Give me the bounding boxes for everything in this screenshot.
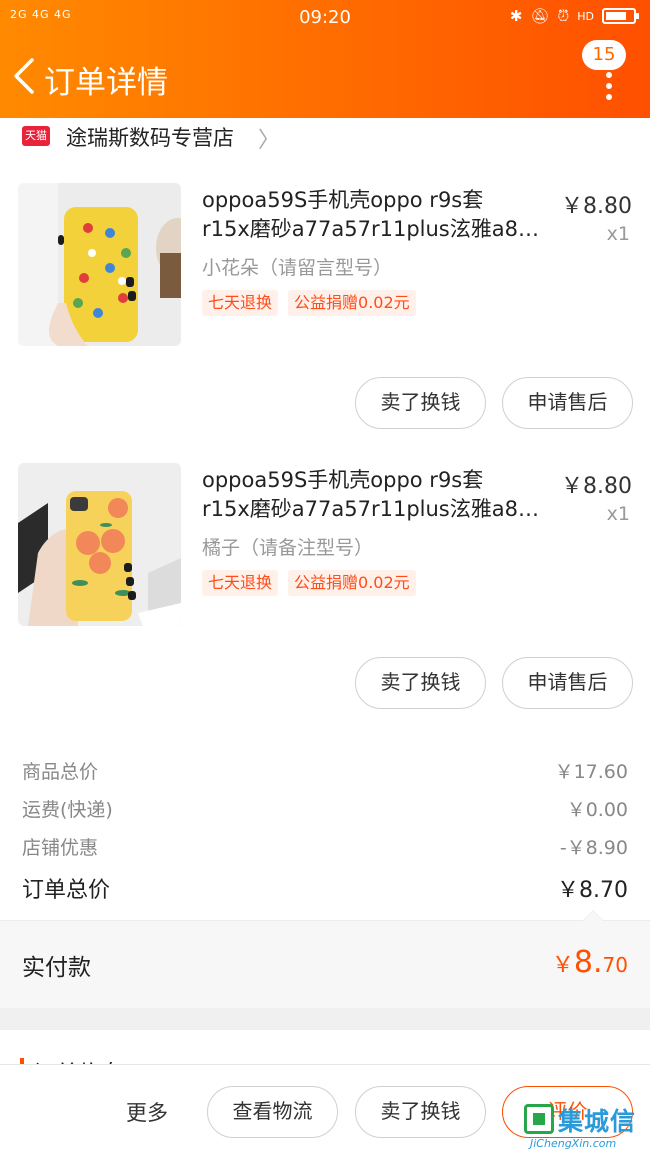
- more-menu-button[interactable]: 15: [582, 38, 632, 100]
- return-policy-tag: 七天退换: [202, 570, 279, 596]
- amount-paid-value: ￥8.70: [552, 945, 628, 980]
- section-divider: [0, 1008, 650, 1030]
- product-title-line: oppoa59S手机壳oppo r9s套: [202, 188, 484, 212]
- mute-icon: 🔕︎: [530, 7, 550, 25]
- bluetooth-icon: ✱: [509, 7, 523, 25]
- after-sales-button[interactable]: 申请售后: [502, 657, 633, 709]
- product-title-line: oppoa59S手机壳oppo r9s套: [202, 468, 484, 492]
- service-tags: 七天退换 公益捐赠0.02元: [202, 570, 416, 596]
- discount-label: 店铺优惠: [22, 837, 99, 859]
- chevron-left-icon: [14, 58, 34, 94]
- amount-integer: 8.: [573, 945, 603, 980]
- view-logistics-button[interactable]: 查看物流: [207, 1086, 338, 1138]
- alarm-icon: ⏰︎: [557, 7, 570, 25]
- more-actions-button[interactable]: 更多: [126, 1097, 168, 1127]
- shipping-value: ￥0.00: [566, 799, 628, 821]
- service-tags: 七天退换 公益捐赠0.02元: [202, 290, 416, 316]
- product-quantity: x1: [606, 223, 630, 245]
- watermark-logo: 集城信 JiChengXin.com: [524, 1102, 642, 1152]
- app-header: 2G 4G 4G 09:20 ✱ 🔕︎ ⏰︎ HD 订单详情 15: [0, 0, 650, 118]
- shop-name[interactable]: 途瑞斯数码专营店: [66, 122, 234, 152]
- product-image[interactable]: [18, 463, 181, 626]
- resell-button[interactable]: 卖了换钱: [355, 1086, 486, 1138]
- order-info-header: 订单信息: [0, 1030, 650, 1064]
- charity-tag: 公益捐赠0.02元: [288, 570, 416, 596]
- product-quantity: x1: [606, 503, 630, 525]
- product-title[interactable]: oppoa59S手机壳oppo r9s套 r15x磨砂a77a57r11plus…: [202, 466, 542, 524]
- message-count-badge: 15: [582, 40, 626, 70]
- currency-symbol: ￥: [551, 953, 574, 978]
- battery-icon: [602, 8, 639, 24]
- shop-row[interactable]: 天猫 途瑞斯数码专营店 〉: [0, 118, 650, 154]
- product-item[interactable]: oppoa59S手机壳oppo r9s套 r15x磨砂a77a57r11plus…: [0, 183, 650, 429]
- order-total-row: 订单总价 ￥8.70: [22, 872, 628, 904]
- discount-value: -￥8.90: [559, 837, 628, 859]
- product-spec: 橘子（请备注型号）: [202, 537, 374, 559]
- items-total-label: 商品总价: [22, 761, 99, 783]
- after-sales-button[interactable]: 申请售后: [502, 377, 633, 429]
- order-total-label: 订单总价: [22, 878, 111, 903]
- product-title[interactable]: oppoa59S手机壳oppo r9s套 r15x磨砂a77a57r11plus…: [202, 186, 542, 244]
- product-title-line: r15x磨砂a77a57r11plus泫雅a8…: [202, 497, 539, 521]
- hd-call-icon: HD: [577, 9, 594, 23]
- shipping-row: 运费(快递) ￥0.00: [22, 795, 628, 822]
- page-title: 订单详情: [44, 65, 168, 101]
- product-image[interactable]: [18, 183, 181, 346]
- caret-up-icon: [582, 910, 604, 921]
- amount-paid-label: 实付款: [22, 955, 91, 981]
- product-spec: 小花朵（请留言型号）: [202, 257, 393, 279]
- product-price: ￥8.80: [561, 194, 632, 219]
- amount-decimal: 70: [602, 953, 628, 977]
- order-total-value: ￥8.70: [557, 878, 628, 903]
- product-title-line: r15x磨砂a77a57r11plus泫雅a8…: [202, 217, 539, 241]
- back-button[interactable]: [10, 56, 44, 96]
- resell-button[interactable]: 卖了换钱: [355, 657, 486, 709]
- items-total-value: ￥17.60: [554, 761, 628, 783]
- watermark-text: 集城信: [558, 1107, 637, 1136]
- charity-tag: 公益捐赠0.02元: [288, 290, 416, 316]
- product-item[interactable]: oppoa59S手机壳oppo r9s套 r15x磨砂a77a57r11plus…: [0, 463, 650, 709]
- tmall-logo-icon: 天猫: [22, 126, 50, 146]
- more-dots-icon: [606, 72, 612, 105]
- order-info-heading: 订单信息: [34, 1056, 122, 1064]
- items-total-row: 商品总价 ￥17.60: [22, 757, 628, 784]
- product-price: ￥8.80: [561, 474, 632, 499]
- watermark-icon: [524, 1104, 554, 1134]
- status-bar: 2G 4G 4G 09:20 ✱ 🔕︎ ⏰︎ HD: [0, 0, 650, 36]
- watermark-url: JiChengXin.com: [530, 1137, 617, 1150]
- discount-row: 店铺优惠 -￥8.90: [22, 833, 628, 860]
- chevron-right-icon: 〉: [258, 128, 281, 153]
- status-icons: ✱ 🔕︎ ⏰︎ HD: [509, 7, 639, 25]
- return-policy-tag: 七天退换: [202, 290, 279, 316]
- resell-button[interactable]: 卖了换钱: [355, 377, 486, 429]
- shipping-label: 运费(快递): [22, 799, 113, 821]
- amount-paid-panel: 实付款 ￥8.70: [0, 910, 650, 1008]
